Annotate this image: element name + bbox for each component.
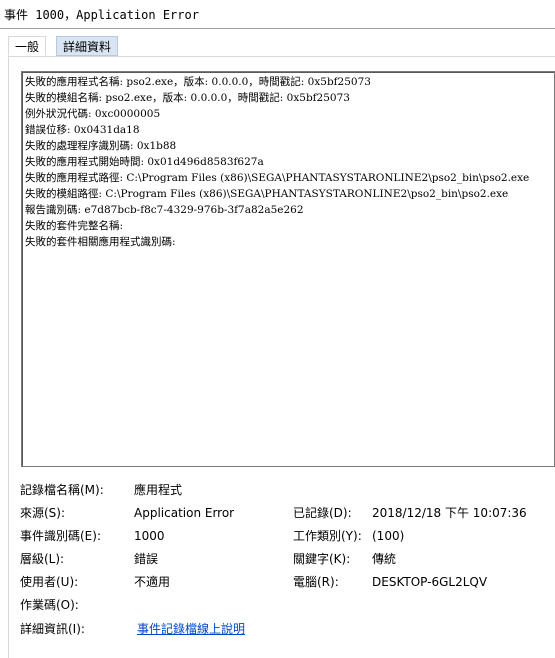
- description-line: 報告識別碼: e7d87bcb-f8c7-4329-976b-3f7a82a5e…: [25, 204, 304, 216]
- event-description-box[interactable]: 失敗的應用程式名稱: pso2.exe，版本: 0.0.0.0，時間戳記: 0x…: [21, 71, 555, 467]
- description-line: 失敗的套件完整名稱:: [25, 220, 124, 232]
- description-line: 錯誤位移: 0x0431da18: [25, 124, 140, 136]
- event-id-label: 事件識別碼(E):: [20, 529, 101, 543]
- opcode-label: 作業碼(O):: [20, 598, 79, 612]
- tab-details[interactable]: 詳細資料: [56, 36, 119, 56]
- keywords-label: 關鍵字(K):: [293, 552, 351, 566]
- level-value: 錯誤: [134, 552, 159, 566]
- more-info-label: 詳細資訊(I):: [20, 622, 85, 636]
- description-line: 失敗的應用程式開始時間: 0x01d496d8583f627a: [25, 156, 264, 168]
- description-line: 失敗的處理程序識別碼: 0x1b88: [25, 140, 177, 152]
- keywords-value: 傳統: [372, 552, 397, 566]
- description-line: 失敗的模組名稱: pso2.exe，版本: 0.0.0.0，時間戳記: 0x5b…: [25, 92, 350, 104]
- logged-label: 已記錄(D):: [293, 506, 352, 520]
- title-bar: 事件 1000，Application Error: [0, 0, 555, 29]
- description-line: 失敗的模組路徑: C:\Program Files (x86)\SEGA\PHA…: [25, 188, 509, 200]
- task-category-value: (100): [372, 529, 405, 543]
- user-label: 使用者(U):: [20, 575, 79, 589]
- description-line: 失敗的應用程式路徑: C:\Program Files (x86)\SEGA\P…: [25, 172, 530, 184]
- description-line: 失敗的應用程式名稱: pso2.exe，版本: 0.0.0.0，時間戳記: 0x…: [25, 76, 371, 88]
- logged-value: 2018/12/18 下午 10:07:36: [372, 506, 527, 520]
- tab-strip: 一般 詳細資料: [0, 28, 555, 58]
- computer-value: DESKTOP-6GL2LQV: [372, 575, 488, 589]
- description-line: 例外狀況代碼: 0xc0000005: [25, 108, 161, 120]
- user-value: 不適用: [134, 575, 171, 589]
- event-id-value: 1000: [134, 529, 165, 543]
- computer-label: 電腦(R):: [293, 575, 339, 589]
- tab-general[interactable]: 一般: [8, 36, 47, 56]
- window-title: 事件 1000，Application Error: [4, 8, 199, 22]
- log-name-label: 記錄檔名稱(M):: [20, 483, 104, 497]
- online-help-link[interactable]: 事件記錄檔線上說明: [137, 620, 245, 638]
- source-value: Application Error: [134, 506, 235, 520]
- description-line: 失敗的套件相關應用程式識別碼:: [25, 236, 176, 248]
- source-label: 來源(S):: [20, 506, 66, 520]
- level-label: 層級(L):: [20, 552, 65, 566]
- log-name-value: 應用程式: [134, 483, 183, 497]
- task-category-label: 工作類別(Y):: [293, 529, 362, 543]
